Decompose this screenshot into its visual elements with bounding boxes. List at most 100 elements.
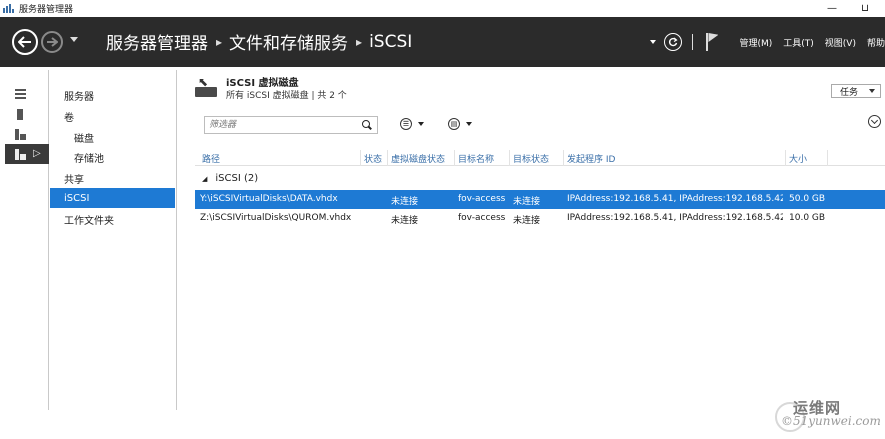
nav-item-servers[interactable]: 服务器 (50, 85, 175, 105)
nav-tree: 服务器 卷 磁盘 存储池 共享 iSCSI 工作文件夹 (50, 70, 177, 410)
file-storage-strip-item[interactable]: ▷ (5, 144, 49, 164)
nav-item-disks[interactable]: 磁盘 (50, 127, 175, 147)
table-row[interactable]: Y:\iSCSIVirtualDisks\DATA.vhdx 未连接 fov-a… (195, 190, 885, 209)
column-header-vdisk-status[interactable]: 虚拟磁盘状态 (391, 152, 445, 165)
file-storage-icon (15, 148, 26, 160)
cell-target-status: 未连接 (513, 197, 541, 207)
column-header-target-status[interactable]: 目标状态 (513, 152, 549, 165)
grid-column-headers: 路径 状态 虚拟磁盘状态 目标名称 目标状态 发起程序 ID 大小 (195, 150, 885, 166)
expand-chevron-icon: ▷ (33, 148, 41, 159)
back-button[interactable] (12, 29, 38, 55)
nav-item-label: 卷 (64, 112, 74, 124)
cell-initiator: IPAddress:192.168.5.41, IPAddress:192.16… (567, 213, 783, 223)
nav-item-work-folders[interactable]: 工作文件夹 (50, 209, 175, 229)
cell-target: fov-access (458, 213, 506, 223)
forward-arrow-icon (47, 37, 58, 47)
section-header: ⬉ iSCSI 虚拟磁盘 所有 iSCSI 虚拟磁盘 | 共 2 个 任务 (178, 70, 885, 106)
nav-item-iscsi[interactable]: iSCSI (50, 188, 175, 208)
all-servers-strip-item[interactable] (5, 124, 49, 144)
watermark-url: ©51yunwei.com (781, 414, 881, 428)
column-divider (387, 150, 388, 166)
chevron-down-icon (466, 122, 472, 126)
forward-button[interactable] (41, 31, 63, 53)
section-title: iSCSI 虚拟磁盘 (226, 78, 299, 89)
save-query-button[interactable]: ▤ (448, 118, 472, 130)
nav-item-shares[interactable]: 共享 (50, 168, 175, 188)
cell-path: Z:\iSCSIVirtualDisks\QUROM.vhdx (200, 213, 352, 223)
column-header-size[interactable]: 大小 (789, 152, 807, 165)
group-collapse-icon[interactable]: ◢ (202, 175, 207, 183)
group-header-iscsi[interactable]: ◢ iSCSI (2) (202, 173, 258, 184)
header-divider (692, 34, 694, 50)
bottom-margin (0, 410, 885, 439)
breadcrumb-server-manager[interactable]: 服务器管理器 (106, 29, 208, 54)
cell-target-status: 未连接 (513, 216, 541, 226)
virtual-disk-icon: ⬉ (195, 76, 217, 100)
cell-path: Y:\iSCSIVirtualDisks\DATA.vhdx (200, 194, 338, 204)
filter-input[interactable] (205, 117, 345, 133)
tasks-chevron-down-icon (869, 89, 875, 93)
cell-size: 50.0 GB (789, 194, 826, 204)
nav-item-label: iSCSI (64, 192, 90, 204)
nav-item-label: 磁盘 (74, 133, 94, 145)
column-divider (827, 150, 828, 166)
role-icon-strip: ▷ (5, 70, 49, 410)
restore-button[interactable]: ⊔ (851, 0, 879, 17)
column-divider (509, 150, 510, 166)
breadcrumb-separator-icon: ▸ (356, 34, 363, 49)
expand-collapse-icon[interactable] (868, 115, 881, 128)
search-icon[interactable] (362, 120, 370, 128)
notification-flag-icon[interactable] (705, 33, 719, 51)
nav-item-label: 存储池 (74, 153, 104, 165)
list-options-icon: ☰ (400, 118, 412, 130)
menu-view[interactable]: 视图(V) (825, 36, 856, 49)
breadcrumb: 服务器管理器 ▸ 文件和存储服务 ▸ iSCSI (106, 29, 413, 55)
column-divider (563, 150, 564, 166)
list-options-button[interactable]: ☰ (400, 118, 424, 130)
dashboard-strip-item[interactable] (5, 84, 49, 104)
refresh-icon[interactable] (664, 33, 683, 51)
nav-item-volumes[interactable]: 卷 (50, 106, 175, 126)
save-query-icon: ▤ (448, 118, 460, 130)
back-arrow-icon (18, 36, 31, 48)
minimize-button[interactable]: — (818, 0, 846, 17)
grid-toolbar: ☰ ▤ (195, 108, 885, 148)
breadcrumb-file-storage[interactable]: 文件和存储服务 (229, 29, 348, 54)
menu-tools[interactable]: 工具(T) (783, 36, 814, 49)
nav-item-label: 服务器 (64, 91, 94, 103)
breadcrumb-separator-icon: ▸ (216, 34, 223, 49)
column-divider (785, 150, 786, 166)
breadcrumb-header: 服务器管理器 ▸ 文件和存储服务 ▸ iSCSI 管理(M) 工具(T) 视图(… (0, 17, 885, 67)
column-divider (360, 150, 361, 166)
breadcrumb-iscsi: iSCSI (369, 31, 413, 52)
all-servers-icon (15, 128, 26, 140)
tasks-dropdown[interactable]: 任务 (831, 84, 881, 98)
cell-target: fov-access (458, 194, 506, 204)
column-header-path[interactable]: 路径 (202, 152, 220, 165)
local-server-strip-item[interactable] (5, 104, 49, 124)
cell-vdisk-status: 未连接 (391, 197, 419, 207)
main-content: ⬉ iSCSI 虚拟磁盘 所有 iSCSI 虚拟磁盘 | 共 2 个 任务 ☰ … (178, 70, 885, 410)
cell-initiator: IPAddress:192.168.5.41, IPAddress:192.16… (567, 194, 783, 204)
tasks-label: 任务 (840, 87, 859, 98)
nav-item-label: 工作文件夹 (64, 215, 114, 227)
section-subtitle: 所有 iSCSI 虚拟磁盘 | 共 2 个 (226, 91, 347, 101)
column-header-initiator[interactable]: 发起程序 ID (567, 152, 615, 165)
menu-help[interactable]: 帮助 (867, 36, 885, 49)
table-row[interactable]: Z:\iSCSIVirtualDisks\QUROM.vhdx 未连接 fov-… (195, 209, 885, 228)
menu-manage[interactable]: 管理(M) (739, 36, 772, 49)
group-label: iSCSI (2) (215, 173, 259, 184)
cell-vdisk-status: 未连接 (391, 216, 419, 226)
history-dropdown-icon[interactable] (70, 37, 78, 42)
column-header-target[interactable]: 目标名称 (458, 152, 494, 165)
window-title: 服务器管理器 (19, 5, 74, 15)
nav-item-label: 共享 (64, 174, 84, 186)
refresh-dropdown-icon[interactable] (650, 40, 657, 44)
dashboard-icon (15, 88, 26, 100)
site-watermark: 运维网 ©51yunwei.com (775, 396, 881, 432)
filter-box[interactable] (204, 116, 378, 134)
chevron-down-icon (418, 122, 424, 126)
nav-item-storage-pools[interactable]: 存储池 (50, 147, 175, 167)
column-header-status[interactable]: 状态 (364, 152, 382, 165)
cell-size: 10.0 GB (789, 213, 826, 223)
